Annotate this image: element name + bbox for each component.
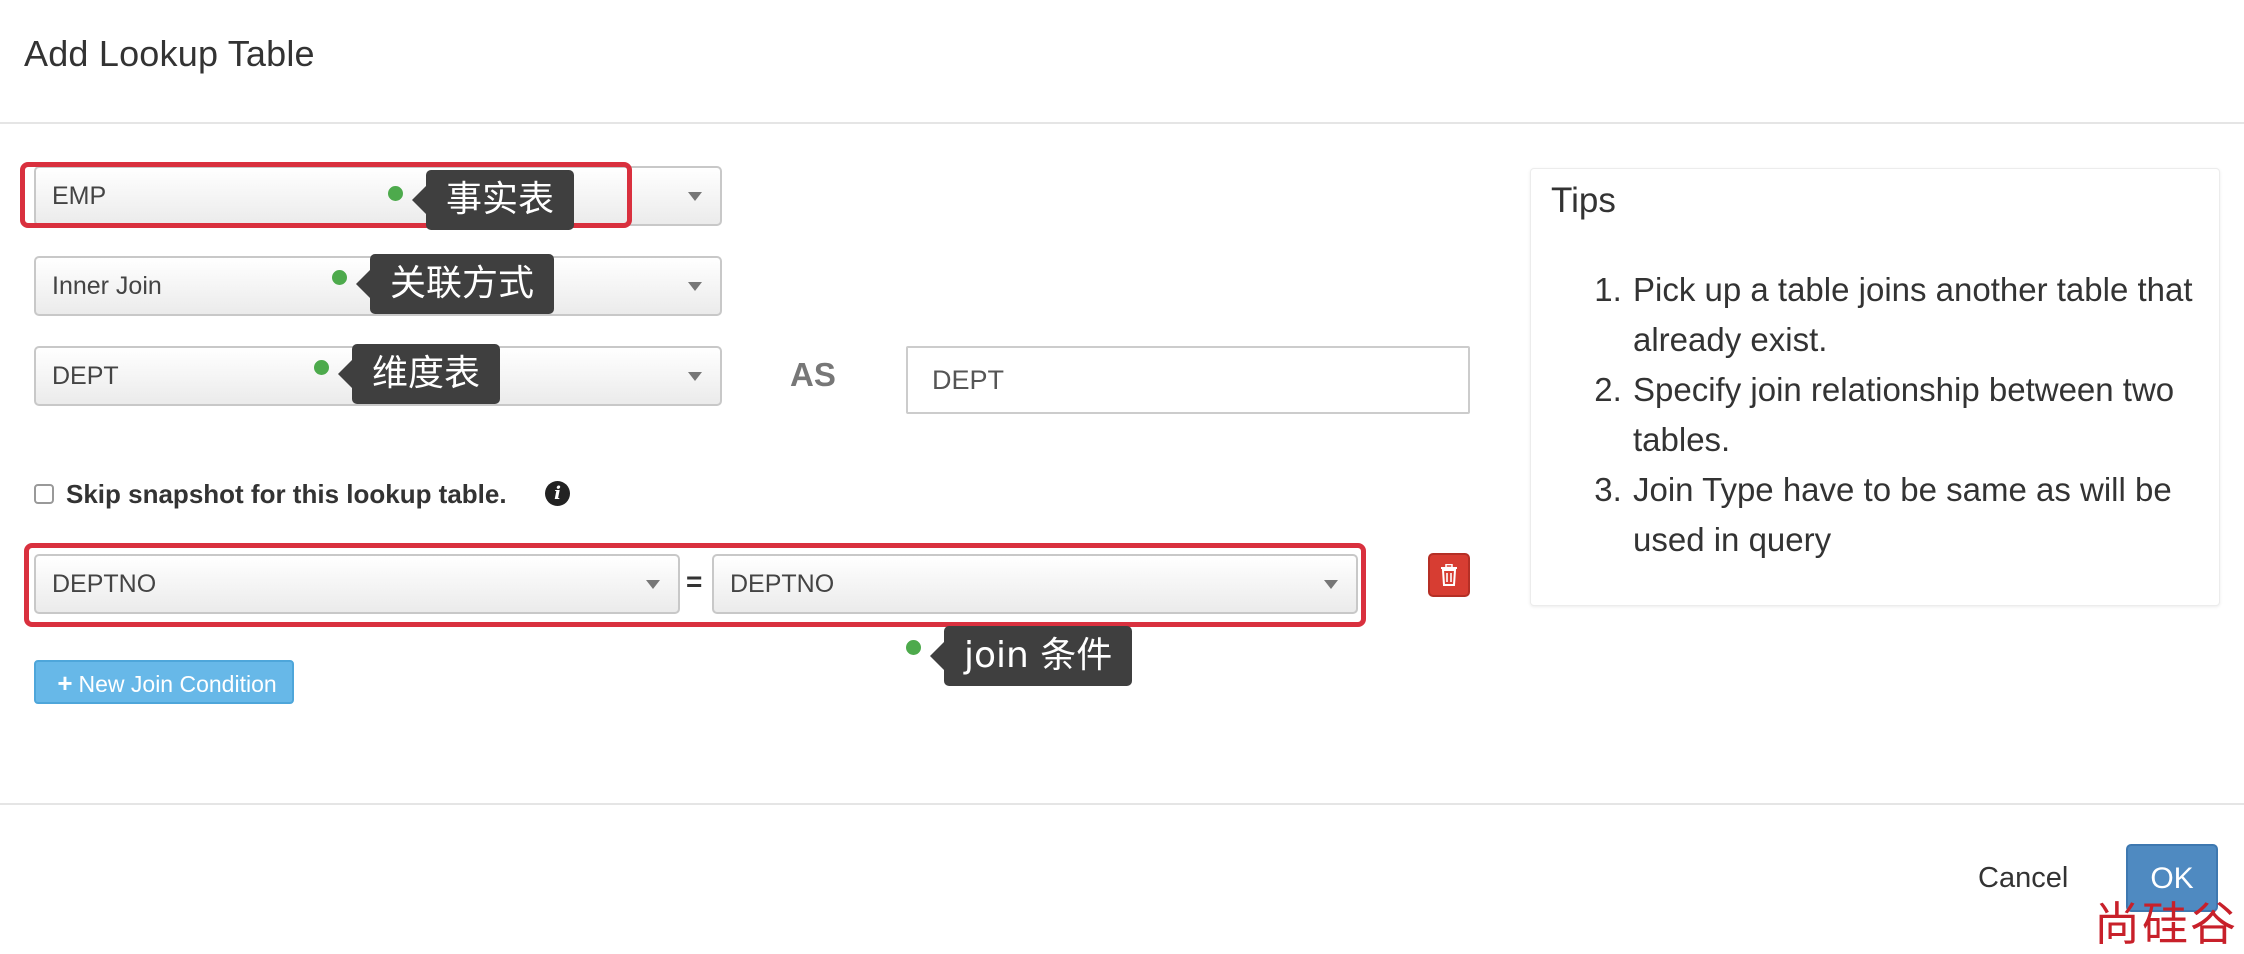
plus-icon: + bbox=[57, 668, 73, 698]
tips-item: Specify join relationship between two ta… bbox=[1631, 365, 2231, 465]
fact-table-tooltip: 事实表 bbox=[411, 170, 575, 230]
lookup-table-select-value: DEPT bbox=[52, 362, 119, 390]
delete-join-condition-button[interactable] bbox=[1428, 553, 1470, 597]
chevron-down-icon bbox=[688, 192, 702, 201]
tips-list: Pick up a table joins another table that… bbox=[1531, 265, 2231, 565]
join-condition-highlight bbox=[24, 543, 1366, 627]
tip-dot bbox=[906, 640, 921, 655]
tip-dot bbox=[388, 186, 403, 201]
trash-icon bbox=[1441, 564, 1457, 586]
cancel-button[interactable]: Cancel bbox=[1978, 858, 2068, 898]
tips-title: Tips bbox=[1551, 181, 1616, 220]
watermark: 尚硅谷 bbox=[2094, 897, 2238, 951]
join-type-tooltip: 关联方式 bbox=[355, 254, 555, 314]
tip-dot bbox=[332, 270, 347, 285]
modal-footer bbox=[0, 803, 2244, 954]
join-type-select-value: Inner Join bbox=[52, 272, 162, 300]
tips-item: Join Type have to be same as will be use… bbox=[1631, 465, 2231, 565]
tips-panel: Tips Pick up a table joins another table… bbox=[1530, 168, 2220, 606]
info-icon[interactable]: i bbox=[545, 481, 570, 506]
as-label: AS bbox=[790, 356, 836, 393]
new-join-condition-label: New Join Condition bbox=[78, 671, 277, 697]
chevron-down-icon bbox=[688, 282, 702, 291]
lookup-table-tooltip: 维度表 bbox=[337, 344, 501, 404]
modal-title: Add Lookup Table bbox=[24, 33, 315, 74]
modal-header: Add Lookup Table bbox=[0, 0, 2244, 124]
join-condition-tooltip: join 条件 bbox=[929, 626, 1133, 686]
new-join-condition-button[interactable]: + New Join Condition bbox=[34, 660, 294, 704]
alias-input[interactable]: DEPT bbox=[906, 346, 1470, 414]
tip-dot bbox=[314, 360, 329, 375]
skip-snapshot-label[interactable]: Skip snapshot for this lookup table. bbox=[66, 479, 507, 510]
alias-input-value: DEPT bbox=[932, 365, 1005, 395]
tips-item: Pick up a table joins another table that… bbox=[1631, 265, 2231, 365]
skip-snapshot-checkbox[interactable] bbox=[34, 484, 54, 504]
chevron-down-icon bbox=[688, 372, 702, 381]
